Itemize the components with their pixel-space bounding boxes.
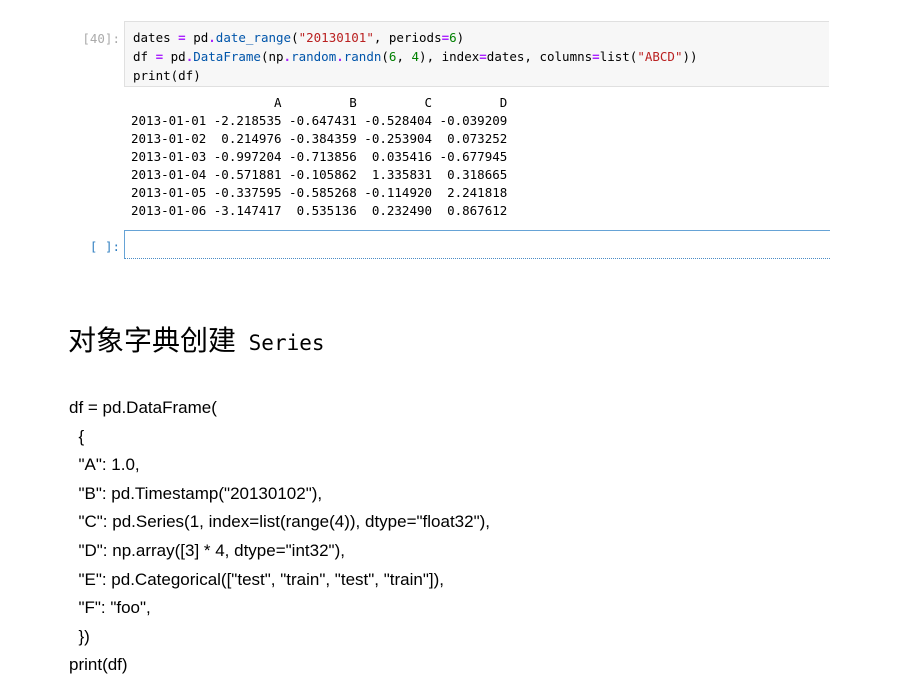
code-token: (: [291, 30, 299, 45]
empty-code-cell[interactable]: [124, 230, 830, 259]
code-line: print(df): [133, 66, 698, 85]
code-token: (np: [260, 49, 284, 64]
code-token: )): [682, 49, 698, 64]
code-token: df: [133, 49, 156, 64]
output-row: 2013-01-01 -2.218535 -0.647431 -0.528404…: [131, 113, 508, 128]
example-code-line: "E": pd.Categorical(["test", "train", "t…: [69, 569, 444, 589]
output-row: 2013-01-02 0.214976 -0.384359 -0.253904 …: [131, 131, 508, 146]
code-token: =: [441, 30, 450, 45]
code-token: list(: [599, 49, 638, 64]
output-header-row: A B C D: [131, 95, 508, 110]
code-token: ,: [396, 49, 412, 64]
input-prompt: [40]:: [82, 31, 120, 46]
example-code-line: "B": pd.Timestamp("20130102"),: [69, 483, 323, 503]
code-token: , periods: [373, 30, 442, 45]
code-token: pd: [185, 30, 209, 45]
code-token: randn: [343, 49, 382, 64]
code-token: random: [291, 49, 337, 64]
code-token: print(df): [133, 68, 201, 83]
code-token: date_range: [215, 30, 292, 45]
code-token: =: [178, 30, 186, 45]
output-row: 2013-01-05 -0.337595 -0.585268 -0.114920…: [131, 185, 508, 200]
output-row: 2013-01-03 -0.997204 -0.713856 0.035416 …: [131, 149, 508, 164]
code-token: DataFrame: [193, 49, 261, 64]
code-line: df = pd.DataFrame(np.random.randn(6, 4),…: [133, 47, 698, 66]
example-code-line: "C": pd.Series(1, index=list(range(4)), …: [69, 512, 490, 532]
example-code-line: "F": "foo",: [69, 598, 151, 618]
code-editor[interactable]: dates = pd.date_range("20130101", period…: [133, 28, 698, 85]
empty-cell-prompt: [ ]:: [89, 239, 120, 254]
example-code-block: df = pd.DataFrame( { "A": 1.0, "B": pd.T…: [69, 394, 490, 680]
example-code-line: df = pd.DataFrame(: [69, 398, 217, 417]
code-token: .: [336, 49, 344, 64]
code-token: pd: [163, 49, 186, 64]
example-code-line: {: [69, 426, 85, 446]
section-heading: 对象字典创建 Series: [68, 322, 325, 362]
code-line: dates = pd.date_range("20130101", period…: [133, 28, 698, 47]
code-token: =: [479, 49, 487, 64]
code-token: dates, columns: [486, 49, 593, 64]
example-code-line: }): [69, 626, 90, 646]
example-code-line: print(df): [69, 655, 128, 675]
output-row: 2013-01-04 -0.571881 -0.105862 1.335831 …: [131, 167, 508, 182]
code-token: =: [592, 49, 600, 64]
section-heading-en: Series: [236, 331, 325, 355]
output-row: 2013-01-06 -3.147417 0.535136 0.232490 0…: [131, 203, 508, 218]
code-token: .: [283, 49, 292, 64]
code-token: ), index: [419, 49, 480, 64]
code-token: dates: [133, 30, 179, 45]
code-token: ): [456, 30, 465, 45]
code-token: .: [208, 30, 216, 45]
code-token: 6: [449, 30, 457, 45]
code-token: "20130101": [298, 30, 374, 45]
code-token: 4: [411, 49, 420, 64]
example-code-line: "D": np.array([3] * 4, dtype="int32"),: [69, 540, 345, 560]
code-token: =: [155, 49, 164, 64]
dataframe-output: A B C D 2013-01-01 -2.218535 -0.647431 -0…: [131, 94, 507, 220]
example-code-line: "A": 1.0,: [69, 455, 140, 475]
code-token: "ABCD": [637, 49, 683, 64]
code-token: (: [381, 49, 389, 64]
code-input-cell[interactable]: dates = pd.date_range("20130101", period…: [124, 21, 829, 87]
section-heading-cn: 对象字典创建: [68, 324, 237, 357]
